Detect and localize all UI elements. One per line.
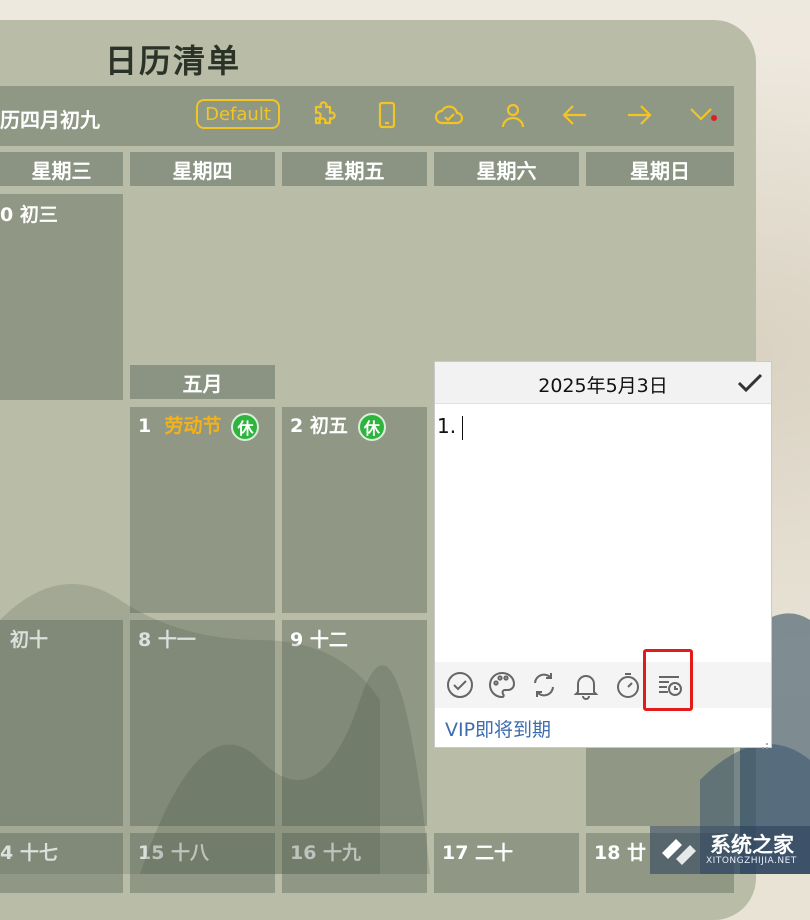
day-label: 0 初三	[0, 204, 58, 226]
note-header: 2025年5月3日	[435, 362, 771, 404]
day-label: 15 十八	[138, 842, 210, 864]
weekday-header: 星期三	[0, 152, 123, 186]
site-logo-icon	[660, 833, 702, 867]
weekday-header: 星期四	[130, 152, 275, 186]
text-caret	[462, 415, 464, 440]
note-text: 1.	[437, 414, 457, 438]
day-label: 初十	[10, 629, 49, 651]
default-theme-button[interactable]: Default	[196, 99, 280, 129]
day-number: 1	[138, 415, 152, 437]
resize-grip-icon[interactable]	[759, 735, 769, 749]
day-text: 2 初五	[290, 415, 348, 437]
phone-icon[interactable]	[372, 100, 402, 130]
day-label: 1 劳动节休	[138, 411, 260, 441]
note-text-area[interactable]: 1.	[437, 414, 464, 440]
cloud-sync-icon[interactable]	[434, 100, 464, 130]
rest-day-badge: 休	[231, 412, 260, 441]
confirm-check-icon[interactable]	[735, 368, 765, 398]
arrow-right-icon[interactable]	[624, 100, 654, 130]
bell-icon[interactable]	[571, 670, 601, 700]
check-circle-icon[interactable]	[445, 670, 475, 700]
app-title: 日历清单	[105, 42, 242, 80]
day-label: 17 二十	[442, 842, 514, 864]
user-icon[interactable]	[498, 100, 528, 130]
chevron-down-icon[interactable]	[688, 100, 718, 130]
rest-day-badge: 休	[357, 412, 386, 441]
watermark-subtext: XITONGZHIJIA.NET	[706, 856, 797, 866]
weekday-header: 星期日	[586, 152, 734, 186]
palette-icon[interactable]	[487, 670, 517, 700]
day-label: 18 廿	[594, 842, 647, 864]
note-editor-popup: 2025年5月3日 1. VIP即将到期	[434, 361, 772, 749]
weekday-header: 星期五	[282, 152, 427, 186]
month-label: 五月	[130, 365, 275, 399]
vip-expiry-link[interactable]: VIP即将到期	[445, 715, 551, 742]
weekday-header: 星期六	[434, 152, 579, 186]
note-tool-bar	[435, 649, 771, 711]
puzzle-icon[interactable]	[308, 100, 338, 130]
highlight-box	[643, 649, 693, 711]
note-date: 2025年5月3日	[538, 375, 668, 397]
stopwatch-icon[interactable]	[613, 670, 643, 700]
lunar-date-label: 历四月初九	[0, 108, 100, 132]
day-label: 8 十一	[138, 629, 196, 651]
holiday-name: 劳动节	[164, 415, 222, 437]
day-label: 2 初五休	[290, 411, 386, 441]
day-label: 16 十九	[290, 842, 362, 864]
watermark-text: 系统之家	[710, 833, 794, 857]
day-label: 9 十二	[290, 629, 348, 651]
arrow-left-icon[interactable]	[560, 100, 590, 130]
repeat-icon[interactable]	[529, 670, 559, 700]
day-label: 4 十七	[0, 842, 58, 864]
